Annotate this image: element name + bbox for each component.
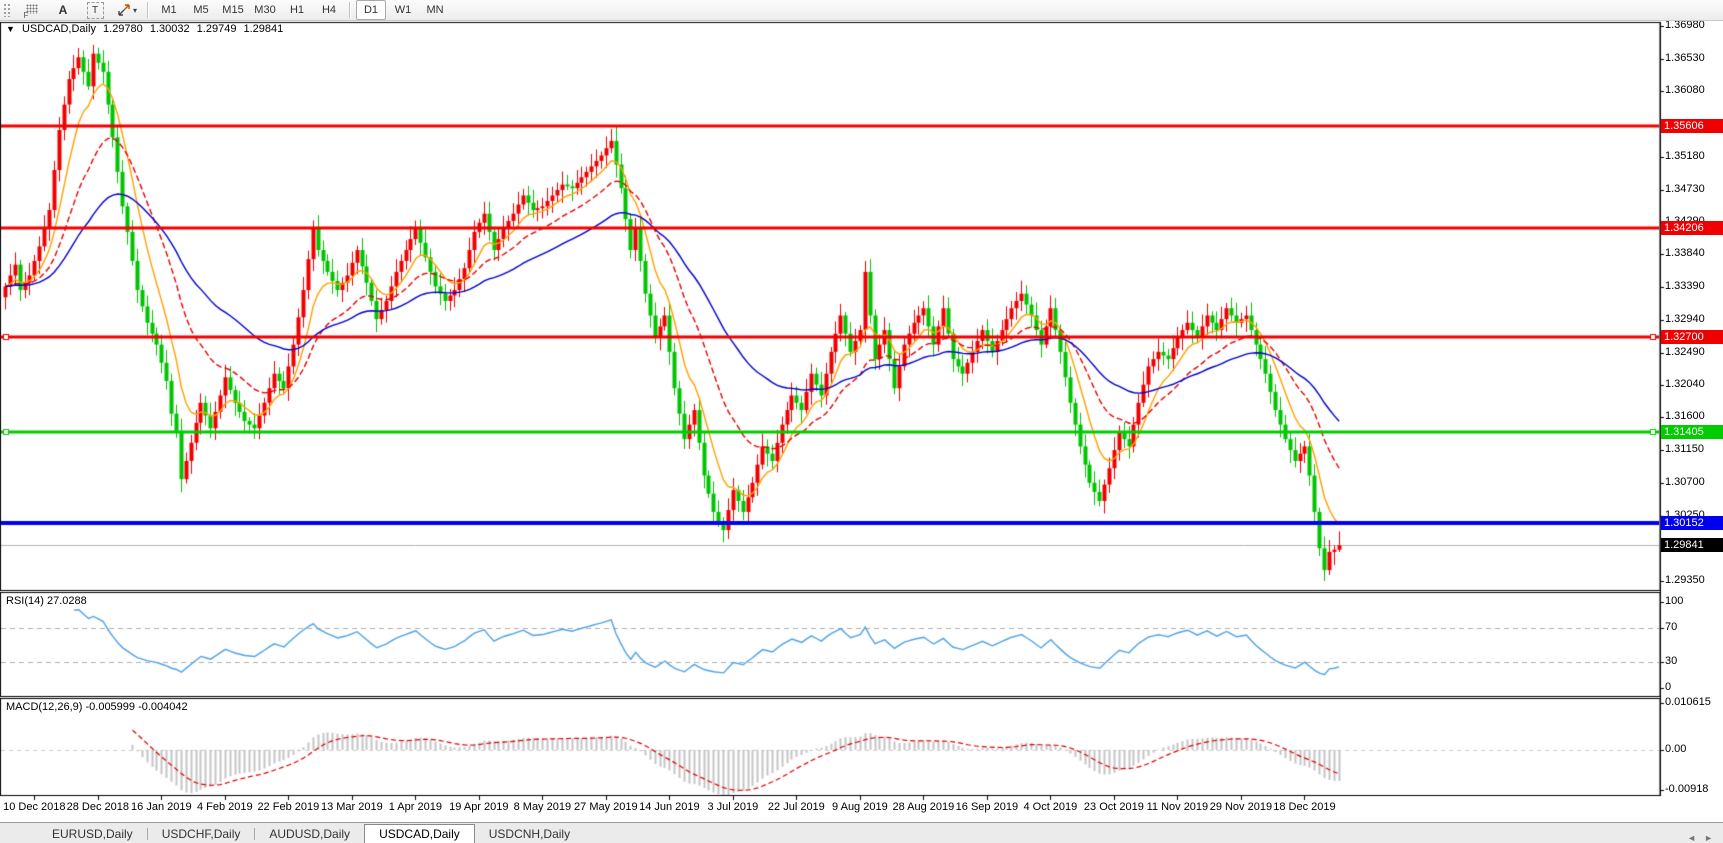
- date-tick-label: 3 Jul 2019: [707, 801, 758, 813]
- ohlc-open: 1.29780: [103, 23, 143, 35]
- date-tick-label: 18 Dec 2019: [1273, 801, 1335, 813]
- date-tick-label: 28 Aug 2019: [892, 801, 954, 813]
- timeframe-group: D1W1MN: [355, 0, 451, 20]
- font-button[interactable]: A: [48, 0, 78, 20]
- price-tick-label: 1.32940: [1665, 313, 1705, 325]
- rsi-value: 27.0288: [47, 595, 87, 607]
- price-tick-label: 1.34730: [1665, 183, 1705, 195]
- timeframe-button-m30[interactable]: M30: [250, 0, 280, 20]
- ohlc-close: 1.29841: [244, 23, 284, 35]
- date-tick-label: 9 Aug 2019: [832, 801, 888, 813]
- ohlc-high: 1.30032: [150, 23, 190, 35]
- rsi-indicator-label: RSI(14) 27.0288: [6, 595, 87, 607]
- date-tick-label: 1 Apr 2019: [389, 801, 442, 813]
- price-tick-label: 1.29350: [1665, 574, 1705, 586]
- macd-indicator-label: MACD(12,26,9) -0.005999 -0.004042: [6, 701, 188, 713]
- ohlc-low: 1.29749: [197, 23, 237, 35]
- date-tick-label: 4 Feb 2019: [197, 801, 253, 813]
- level-price-tag: 1.31405: [1661, 425, 1723, 439]
- rsi-tick-label: 30: [1665, 655, 1677, 667]
- toolbar-grip-handle[interactable]: [3, 3, 11, 17]
- top-toolbar: F A T ▾ M1M5M15M30H1H4 D1W1MN: [0, 0, 1723, 21]
- date-tick-label: 19 Apr 2019: [449, 801, 508, 813]
- date-tick-label: 22 Feb 2019: [257, 801, 319, 813]
- price-tick-label: 1.33840: [1665, 247, 1705, 259]
- font-icon: A: [59, 3, 68, 17]
- timeframe-button-d1[interactable]: D1: [356, 0, 386, 20]
- macd-tick-label: -0.00918: [1665, 783, 1708, 795]
- timeframe-button-m5[interactable]: M5: [186, 0, 216, 20]
- date-tick-label: 8 May 2019: [514, 801, 571, 813]
- price-tick-label: 1.32490: [1665, 346, 1705, 358]
- diagonal-arrows-icon: [117, 3, 131, 17]
- level-price-tag: 1.34206: [1661, 221, 1723, 235]
- mt4-window: { "toolbar": { "chart_profile_label": "F…: [0, 0, 1723, 842]
- price-tick-label: 1.35180: [1665, 150, 1705, 162]
- price-tick-label: 1.31150: [1665, 443, 1704, 455]
- collapse-arrow-icon[interactable]: ▼: [6, 24, 15, 34]
- timeframe-group: M1M5M15M30H1H4: [153, 0, 345, 20]
- date-tick-label: 10 Dec 2018: [3, 801, 65, 813]
- date-tick-label: 4 Oct 2019: [1023, 801, 1077, 813]
- timeframe-button-h4[interactable]: H4: [314, 0, 344, 20]
- date-tick-label: 29 Nov 2019: [1210, 801, 1272, 813]
- chart-profile-icon: F: [24, 3, 39, 18]
- symbol-tabbar: EURUSD,DailyUSDCHF,DailyAUDUSD,DailyUSDC…: [0, 822, 1723, 843]
- date-tick-label: 27 May 2019: [574, 801, 638, 813]
- symbol-title: USDCAD,Daily: [22, 23, 96, 35]
- date-tick-label: 28 Dec 2018: [67, 801, 129, 813]
- macd-name: MACD(12,26,9): [6, 701, 82, 713]
- timeframe-button-m15[interactable]: M15: [218, 0, 248, 20]
- date-tick-label: 16 Sep 2019: [956, 801, 1018, 813]
- text-tool-button[interactable]: T: [80, 0, 110, 20]
- rsi-name: RSI(14): [6, 595, 44, 607]
- price-tick-label: 1.36080: [1665, 84, 1705, 96]
- text-tool-icon: T: [87, 2, 104, 19]
- symbol-tab-eurusd[interactable]: EURUSD,Daily: [38, 826, 147, 843]
- date-tick-label: 11 Nov 2019: [1147, 801, 1209, 813]
- level-price-tag: 1.30152: [1661, 516, 1723, 530]
- price-tick-label: 1.32040: [1665, 378, 1705, 390]
- macd-tick-label: 0.010615: [1665, 696, 1711, 708]
- level-price-tag: 1.32700: [1661, 330, 1723, 344]
- price-tick-label: 1.30700: [1665, 476, 1705, 488]
- date-tick-label: 23 Oct 2019: [1084, 801, 1144, 813]
- symbol-tab-usdchf[interactable]: USDCHF,Daily: [148, 826, 255, 843]
- toolbar-separator: [349, 2, 351, 18]
- symbol-tab-usdcad[interactable]: USDCAD,Daily: [364, 824, 475, 843]
- chart-canvas[interactable]: [0, 0, 1723, 822]
- macd-main-value: -0.005999: [85, 701, 135, 713]
- price-tick-label: 1.31600: [1665, 410, 1705, 422]
- date-tick-label: 22 Jul 2019: [768, 801, 825, 813]
- timeframe-button-m1[interactable]: M1: [154, 0, 184, 20]
- timeframe-button-w1[interactable]: W1: [388, 0, 418, 20]
- level-price-tag: 1.35606: [1661, 119, 1723, 133]
- rsi-tick-label: 0: [1665, 681, 1671, 693]
- chart-profile-label: F: [24, 11, 29, 20]
- timeframe-button-mn[interactable]: MN: [420, 0, 450, 20]
- date-tick-label: 13 Mar 2019: [321, 801, 383, 813]
- toolbar-separator: [147, 2, 149, 18]
- price-tick-label: 1.33390: [1665, 280, 1705, 292]
- macd-tick-label: 0.00: [1665, 743, 1686, 755]
- macd-signal-value: -0.004042: [138, 701, 188, 713]
- symbol-tab-usdcnh[interactable]: USDCNH,Daily: [475, 826, 584, 843]
- date-tick-label: 14 Jun 2019: [639, 801, 700, 813]
- symbol-tab-audusd[interactable]: AUDUSD,Daily: [255, 826, 364, 843]
- chevron-down-icon: ▾: [133, 6, 137, 15]
- chart-header: ▼ USDCAD,Daily 1.29780 1.30032 1.29749 1…: [6, 23, 287, 35]
- chart-profile-button[interactable]: F: [16, 0, 46, 20]
- timeframe-button-h1[interactable]: H1: [282, 0, 312, 20]
- objects-dropdown-button[interactable]: ▾: [112, 0, 142, 20]
- price-tick-label: 1.36530: [1665, 52, 1705, 64]
- date-tick-label: 16 Jan 2019: [131, 801, 192, 813]
- rsi-tick-label: 100: [1665, 595, 1683, 607]
- rsi-tick-label: 70: [1665, 621, 1677, 633]
- current-price-tag: 1.29841: [1661, 538, 1723, 552]
